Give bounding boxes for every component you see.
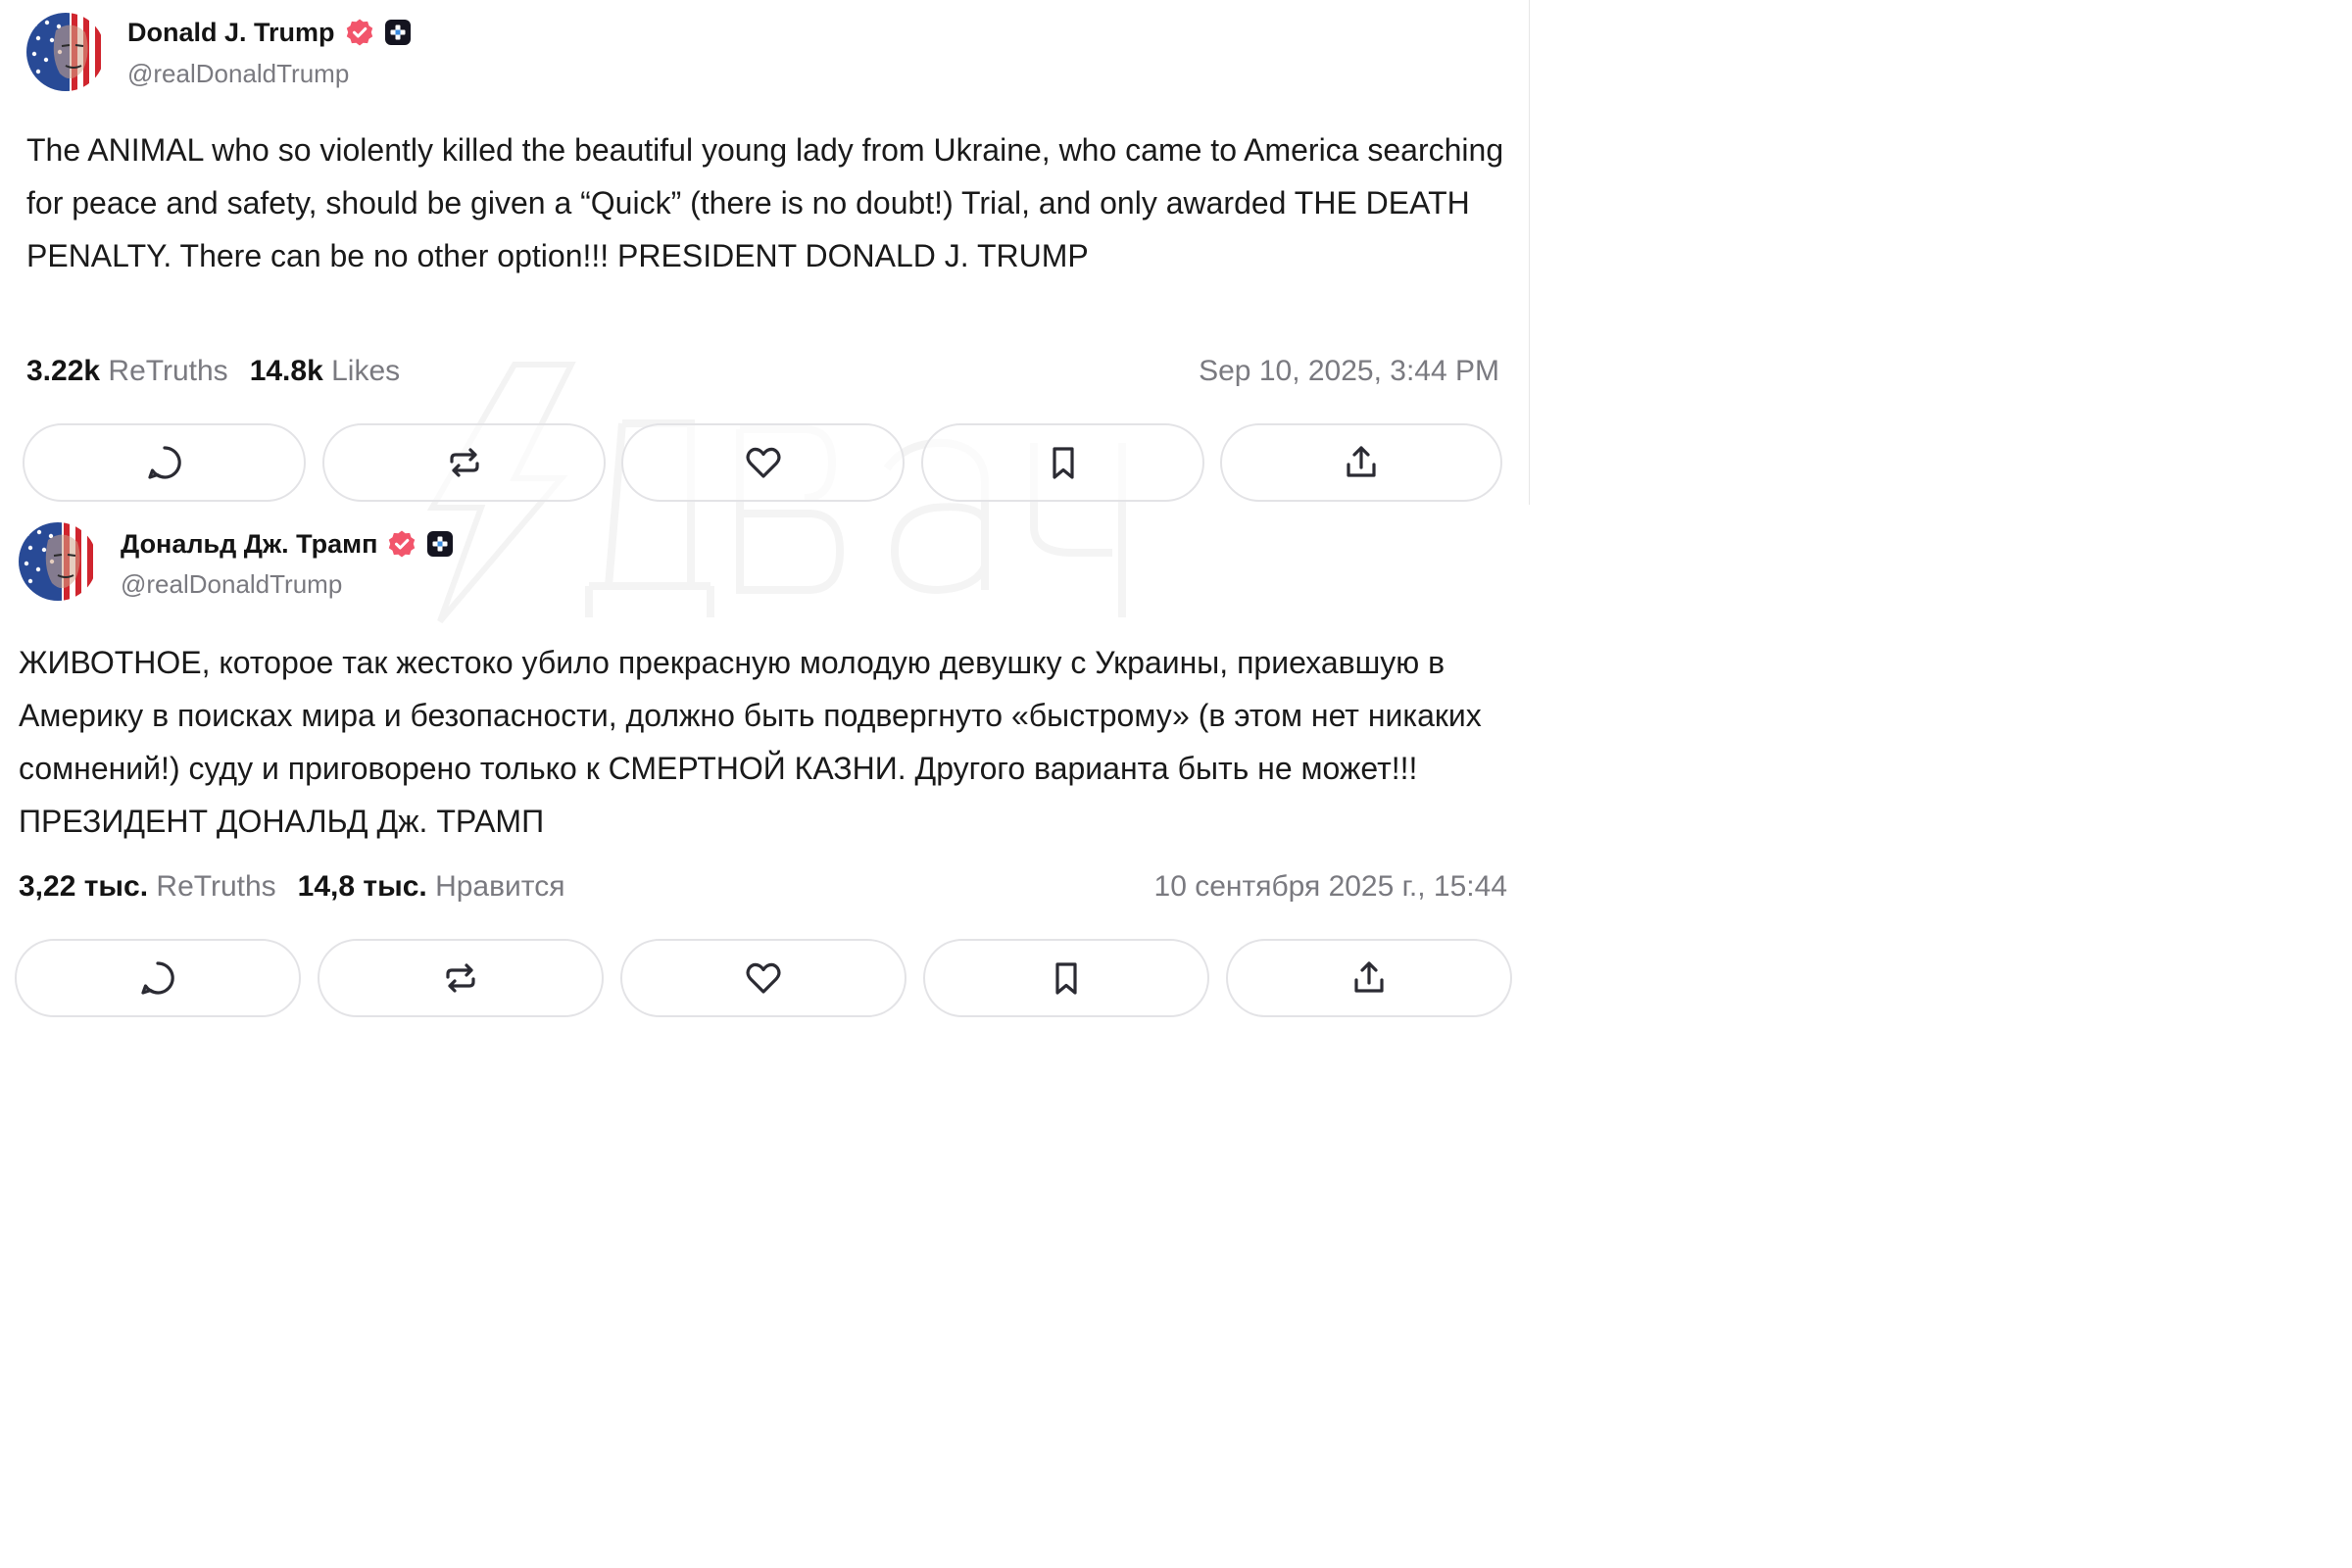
post-text: ЖИВОТНОЕ, которое так жестоко убило прек… bbox=[19, 645, 1482, 839]
avatar[interactable] bbox=[19, 522, 97, 601]
heart-icon bbox=[746, 962, 781, 994]
likes-label: Likes bbox=[331, 355, 401, 387]
share-button[interactable] bbox=[1226, 939, 1512, 1017]
post-timestamp[interactable]: 10 сентября 2025 г., 15:44 bbox=[1154, 870, 1507, 904]
author-row: Donald J. Trump bbox=[127, 15, 412, 50]
plus-badge-icon bbox=[384, 20, 411, 45]
likes-count: 14.8k bbox=[249, 355, 323, 387]
retruths-count: 3,22 тыс. bbox=[19, 870, 149, 903]
retruths-count: 3.22k bbox=[26, 355, 101, 387]
reply-icon bbox=[141, 961, 174, 995]
user-handle[interactable]: @realDonaldTrump bbox=[127, 59, 349, 89]
avatar-flag-portrait-icon bbox=[26, 13, 105, 91]
retruths-stat[interactable]: 3.22k ReTruths bbox=[26, 355, 228, 387]
likes-count: 14,8 тыс. bbox=[297, 870, 427, 903]
bookmark-button[interactable] bbox=[923, 939, 1209, 1017]
share-button[interactable] bbox=[1220, 423, 1502, 502]
bookmark-icon bbox=[1052, 447, 1074, 479]
avatar-flag-portrait-icon bbox=[19, 522, 97, 601]
retruths-label: ReTruths bbox=[108, 355, 228, 387]
bookmark-icon bbox=[1055, 962, 1077, 995]
engagement-stats: 3.22k ReTruths 14.8k Likes bbox=[26, 355, 400, 388]
post-timestamp[interactable]: Sep 10, 2025, 3:44 PM bbox=[1199, 355, 1499, 388]
avatar[interactable] bbox=[26, 13, 105, 91]
like-button[interactable] bbox=[621, 423, 905, 502]
retruths-stat[interactable]: 3,22 тыс. ReTruths bbox=[19, 870, 276, 903]
verified-badge-icon bbox=[389, 530, 416, 558]
retruth-icon bbox=[446, 963, 475, 993]
user-handle[interactable]: @realDonaldTrump bbox=[121, 569, 342, 600]
retruth-icon bbox=[449, 448, 479, 477]
post-text: The ANIMAL who so violently killed the b… bbox=[26, 132, 1504, 273]
retruth-button[interactable] bbox=[322, 423, 606, 502]
display-name[interactable]: Donald J. Trump bbox=[127, 18, 335, 48]
engagement-stats: 3,22 тыс. ReTruths 14,8 тыс. Нравится bbox=[19, 870, 564, 904]
display-name[interactable]: Дональд Дж. Трамп bbox=[121, 529, 377, 560]
verified-badge-icon bbox=[346, 19, 372, 46]
reply-button[interactable] bbox=[23, 423, 306, 502]
author-row: Дональд Дж. Трамп bbox=[121, 526, 454, 562]
share-icon bbox=[1347, 446, 1376, 477]
post-card-english: Donald J. Trump @realDonaldTrump The ANI… bbox=[0, 0, 1533, 510]
bookmark-button[interactable] bbox=[921, 423, 1204, 502]
likes-stat[interactable]: 14.8k Likes bbox=[250, 355, 400, 387]
plus-badge-icon bbox=[427, 531, 454, 557]
heart-icon bbox=[745, 447, 781, 478]
like-button[interactable] bbox=[620, 939, 906, 1017]
likes-label: Нравится bbox=[435, 870, 565, 903]
post-card-russian: Дональд Дж. Трамп @realDonaldTrump ЖИВОТ… bbox=[0, 510, 1533, 1017]
share-icon bbox=[1354, 961, 1384, 993]
retruth-button[interactable] bbox=[318, 939, 604, 1017]
reply-button[interactable] bbox=[15, 939, 301, 1017]
reply-icon bbox=[147, 446, 181, 479]
action-bar bbox=[15, 939, 1512, 1019]
action-bar bbox=[23, 423, 1502, 504]
likes-stat[interactable]: 14,8 тыс. Нравится bbox=[298, 870, 565, 903]
retruths-label: ReTruths bbox=[156, 870, 276, 903]
